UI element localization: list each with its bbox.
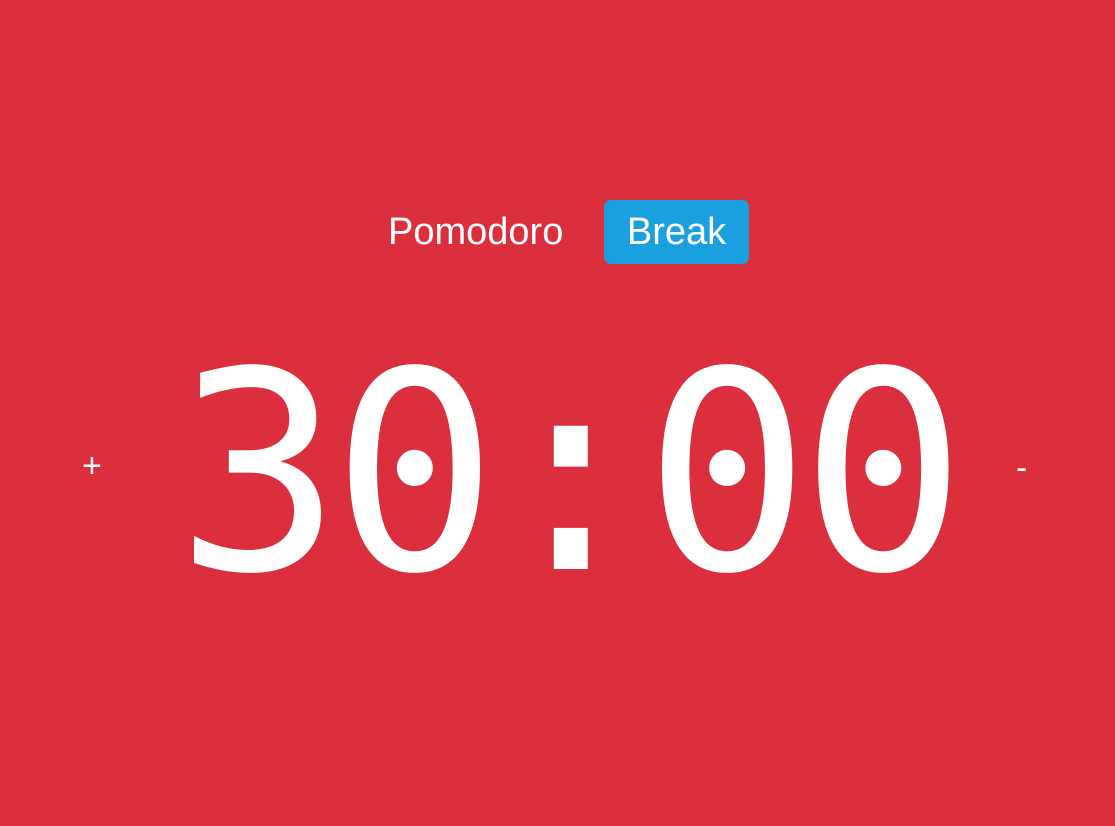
pomodoro-app: { "theme": { "background": "#dc2f3e", "t…: [0, 0, 1115, 826]
tab-pomodoro[interactable]: Pomodoro: [388, 200, 563, 264]
tab-break[interactable]: Break: [604, 200, 749, 264]
mode-tabs: Pomodoro Break: [0, 200, 1115, 264]
decrease-time-button[interactable]: -: [1016, 449, 1027, 488]
timer-row: + 30:00 -: [0, 314, 1115, 635]
timer-display: 30:00: [175, 314, 967, 635]
increase-time-button[interactable]: +: [82, 447, 102, 486]
